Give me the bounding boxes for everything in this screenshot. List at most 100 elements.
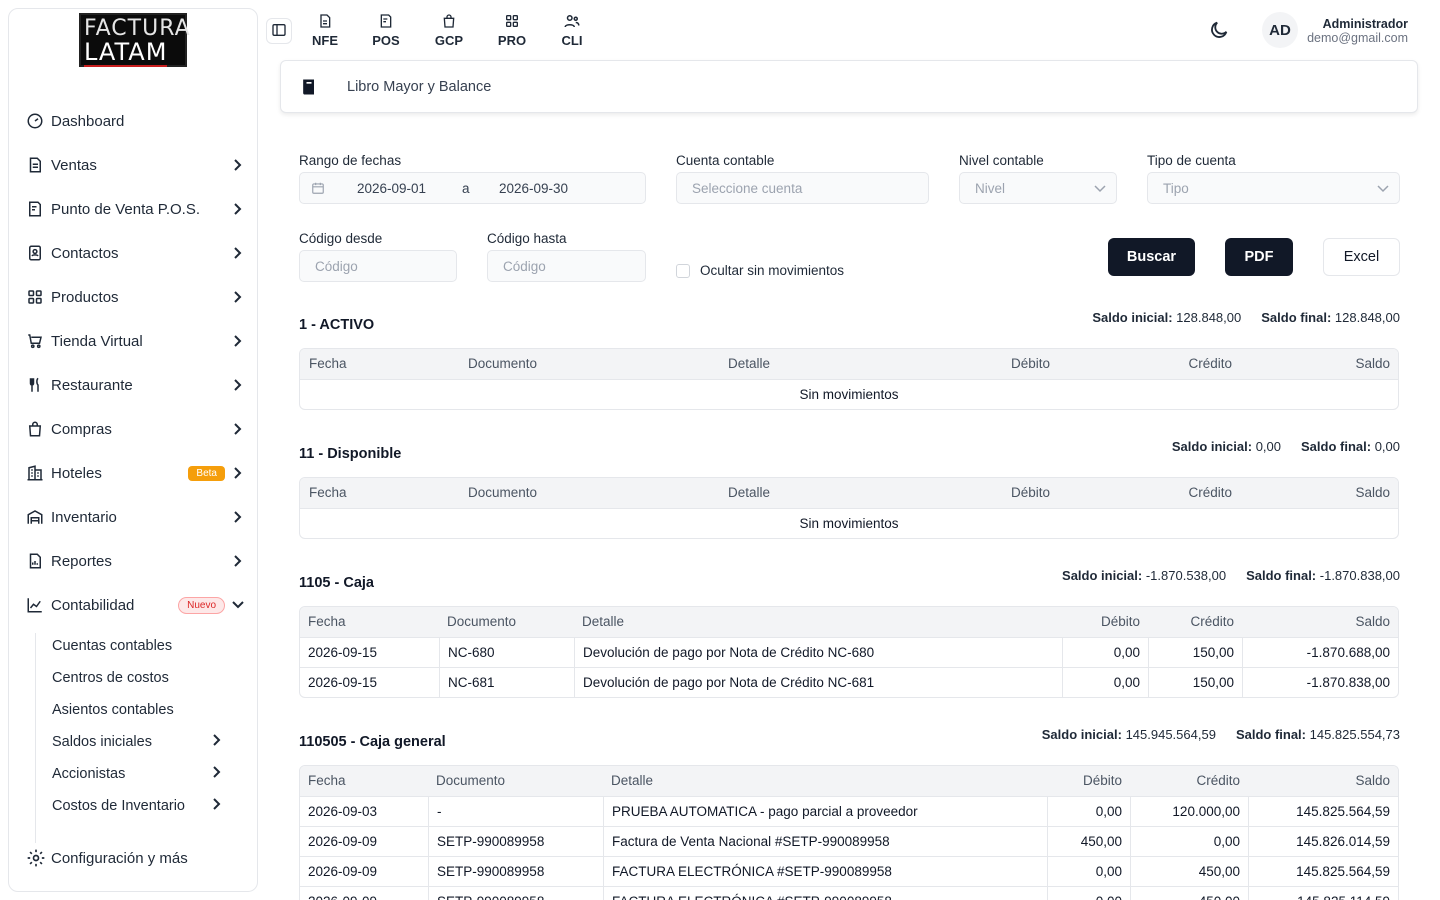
sidebar-item-tienda-virtual[interactable]: Tienda Virtual (25, 326, 247, 356)
cell-detalle: FACTURA ELECTRÓNICA #SETP-990089958 (603, 857, 1047, 887)
subitem-label: Costos de Inventario (52, 798, 185, 814)
user-info[interactable]: Administrador demo@gmail.com (1307, 17, 1408, 45)
sidebar-item-hoteles[interactable]: Hoteles Beta (25, 458, 247, 488)
pdf-button[interactable]: PDF (1225, 238, 1293, 276)
sidebar-item-inventario[interactable]: Inventario (25, 502, 247, 532)
column-header: Débito (1010, 485, 1050, 500)
date-from[interactable]: 2026-09-01 (357, 181, 426, 196)
cell-debito: 0,00 (1062, 668, 1148, 697)
subitem-label: Asientos contables (52, 702, 174, 718)
module-label: POS (372, 33, 400, 48)
cell-detalle: Devolución de pago por Nota de Crédito N… (574, 638, 1062, 668)
saldo-inicial-value: 128.848,00 (1176, 310, 1242, 325)
sidebar-item-label: Ventas (51, 156, 97, 174)
table-row[interactable]: 2026-09-09 SETP-990089958 Factura de Ven… (300, 826, 1398, 857)
ledger-table: Fecha Documento Detalle Débito Crédito S… (299, 606, 1399, 698)
subitem-saldos-iniciales[interactable]: Saldos iniciales (52, 729, 222, 755)
account-placeholder: Seleccione cuenta (692, 180, 803, 196)
sidebar-item-productos[interactable]: Productos (25, 282, 247, 312)
date-range-picker[interactable]: 2026-09-01 a 2026-09-30 (299, 172, 646, 204)
chevron-right-icon (231, 554, 245, 568)
module-cli[interactable]: CLI (552, 12, 592, 48)
cell-detalle: Devolución de pago por Nota de Crédito N… (574, 668, 1062, 697)
date-to[interactable]: 2026-09-30 (499, 181, 568, 196)
column-header: Detalle (728, 356, 771, 371)
search-button[interactable]: Buscar (1108, 238, 1195, 276)
module-pos[interactable]: POS (366, 12, 406, 48)
sidebar-toggle-button[interactable] (266, 18, 292, 44)
avatar[interactable]: AD (1262, 12, 1298, 48)
sidebar-item-ventas[interactable]: Ventas (25, 150, 247, 180)
subitem-cuentas-contables[interactable]: Cuentas contables (52, 633, 222, 659)
table-row[interactable]: 2026-09-09 SETP-990089958 FACTURA ELECTR… (300, 886, 1398, 900)
panel-icon (271, 22, 287, 41)
cell-credito: 450,00 (1130, 887, 1248, 900)
chevron-down-icon (1094, 182, 1106, 197)
sidebar-item-pos[interactable]: Punto de Venta P.O.S. (25, 194, 247, 224)
level-select[interactable]: Nivel (959, 172, 1117, 204)
saldo-inicial-label: Saldo inicial: (1062, 568, 1143, 583)
column-header: Saldo (1355, 485, 1390, 500)
subitem-label: Accionistas (52, 766, 126, 782)
saldo-inicial-value: 145.945.564,59 (1125, 727, 1216, 742)
subitem-label: Saldos iniciales (52, 734, 152, 750)
cell-fecha: 2026-09-09 (308, 864, 378, 879)
code-to-input[interactable]: Código (487, 250, 646, 282)
grid-icon (504, 12, 520, 30)
module-nfe[interactable]: NFE (305, 12, 345, 48)
column-header: Documento (468, 356, 538, 371)
column-header: Saldo (1355, 356, 1390, 371)
subitem-centros-costos[interactable]: Centros de costos (52, 665, 222, 691)
account-title: 110505 - Caja general (299, 734, 446, 750)
hide-empty-checkbox[interactable] (676, 264, 690, 278)
cell-documento: NC-680 (439, 638, 574, 668)
sidebar-item-label: Hoteles (51, 464, 102, 482)
saldo-inicial-value: 0,00 (1255, 439, 1281, 454)
cell-documento: SETP-990089958 (428, 857, 603, 887)
sidebar-item-restaurante[interactable]: Restaurante (25, 370, 247, 400)
table-row[interactable]: 2026-09-15 NC-681 Devolución de pago por… (300, 667, 1398, 697)
column-header: Crédito (1188, 485, 1232, 500)
type-label: Tipo de cuenta (1147, 153, 1236, 168)
account-title: 1 - ACTIVO (299, 317, 375, 333)
config-button[interactable]: Configuración y más (25, 847, 188, 869)
account-select[interactable]: Seleccione cuenta (676, 172, 929, 204)
gauge-icon (25, 111, 45, 131)
module-gcp[interactable]: GCP (429, 12, 469, 48)
table-row[interactable]: 2026-09-09 SETP-990089958 FACTURA ELECTR… (300, 856, 1398, 887)
factura-latam-logo[interactable]: FACTURA LATAM (79, 13, 190, 67)
module-label: PRO (497, 33, 527, 48)
sidebar-item-reportes[interactable]: Reportes (25, 546, 247, 576)
column-header: Fecha (308, 773, 346, 788)
date-range-label: Rango de fechas (299, 153, 402, 168)
chevron-down-icon (1377, 182, 1389, 197)
level-placeholder: Nivel (975, 180, 1006, 196)
cell-documento: SETP-990089958 (428, 887, 603, 900)
sidebar-item-dashboard[interactable]: Dashboard (25, 106, 247, 136)
cell-saldo: 145.825.564,59 (1248, 857, 1398, 887)
book-icon (299, 77, 319, 97)
moon-icon[interactable] (1208, 19, 1230, 41)
subitem-asientos-contables[interactable]: Asientos contables (52, 697, 222, 723)
column-header: Saldo (1355, 614, 1390, 629)
code-from-input[interactable]: Código (299, 250, 457, 282)
cell-documento: NC-681 (439, 668, 574, 697)
type-select[interactable]: Tipo (1147, 172, 1400, 204)
sidebar-item-contactos[interactable]: Contactos (25, 238, 247, 268)
chevron-right-icon (212, 766, 222, 782)
saldo-inicial-label: Saldo inicial: (1041, 727, 1122, 742)
subitem-costos-inventario[interactable]: Costos de Inventario (52, 793, 222, 819)
utensils-icon (25, 375, 45, 395)
module-pro[interactable]: PRO (492, 12, 532, 48)
chevron-right-icon (231, 422, 245, 436)
excel-button[interactable]: Excel (1323, 238, 1400, 276)
chevron-right-icon (231, 334, 245, 348)
column-header: Fecha (308, 614, 346, 629)
sidebar-item-compras[interactable]: Compras (25, 414, 247, 444)
table-row[interactable]: 2026-09-15 NC-680 Devolución de pago por… (300, 637, 1398, 668)
sidebar-item-contabilidad[interactable]: Contabilidad Nuevo (25, 590, 247, 620)
cell-detalle: FACTURA ELECTRÓNICA #SETP-990089958 (603, 887, 1047, 900)
subitem-accionistas[interactable]: Accionistas (52, 761, 222, 787)
chart-line-icon (25, 595, 45, 615)
table-row[interactable]: 2026-09-03 - PRUEBA AUTOMATICA - pago pa… (300, 796, 1398, 827)
